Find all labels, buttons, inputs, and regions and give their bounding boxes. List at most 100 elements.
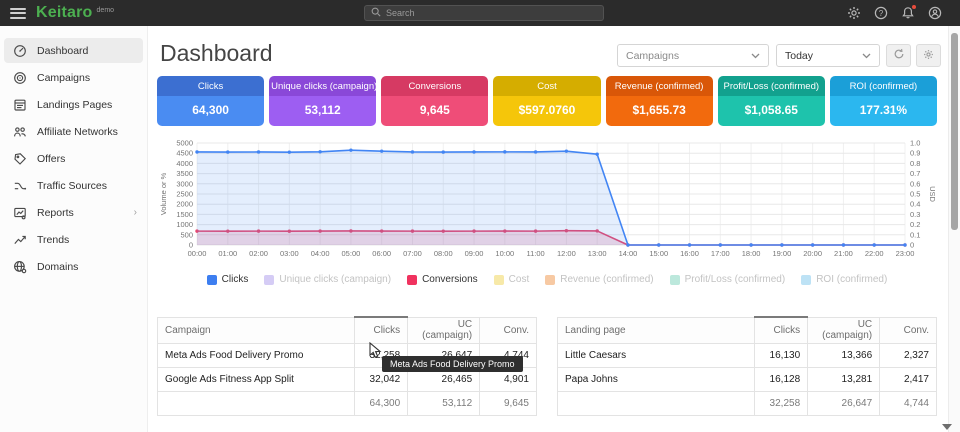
menu-toggle-icon[interactable]: [10, 8, 26, 19]
legend-item-revenue-confirmed[interactable]: Revenue (confirmed): [545, 274, 653, 285]
refresh-button[interactable]: [886, 44, 911, 67]
totals-cell: 4,744: [880, 391, 937, 415]
chevron-down-icon: [751, 50, 760, 62]
page-scrollbar[interactable]: [948, 26, 960, 432]
column-header-clicks[interactable]: Clicks: [755, 317, 808, 343]
svg-text:USD: USD: [928, 186, 937, 202]
totals-cell: 32,258: [755, 391, 808, 415]
sidebar-item-label: Traffic Sources: [37, 180, 107, 192]
svg-text:15:00: 15:00: [649, 249, 668, 258]
sidebar-item-trends[interactable]: Trends: [0, 226, 147, 253]
sidebar-item-label: Landings Pages: [37, 99, 112, 111]
campaigns-filter-value: Campaigns: [626, 50, 679, 62]
scroll-down-arrow-icon[interactable]: [942, 424, 952, 430]
chart-legend: Clicks Unique clicks (campaign) Conversion…: [157, 274, 937, 285]
chevron-right-icon: ›: [134, 207, 137, 218]
global-search[interactable]: [364, 5, 604, 21]
legend-swatch: [494, 275, 504, 285]
legend-swatch: [545, 275, 555, 285]
settings-icon[interactable]: [847, 6, 861, 20]
legend-item-conversions[interactable]: Conversions: [407, 274, 478, 285]
svg-text:19:00: 19:00: [772, 249, 791, 258]
svg-text:02:00: 02:00: [249, 249, 268, 258]
sidebar-item-reports[interactable]: Reports ›: [0, 199, 147, 226]
svg-text:11:00: 11:00: [526, 249, 544, 258]
column-header-conv[interactable]: Conv.: [480, 317, 537, 343]
legend-item-unique-clicks-campaign[interactable]: Unique clicks (campaign): [264, 274, 391, 285]
column-header-conv[interactable]: Conv.: [880, 317, 937, 343]
landing-page-row[interactable]: Papa Johns16,12813,2812,417: [558, 367, 937, 391]
table-cell: 16,128: [755, 367, 808, 391]
svg-text:3500: 3500: [176, 169, 193, 178]
notifications-bell-icon[interactable]: [901, 6, 915, 20]
legend-item-profit-loss-confirmed[interactable]: Profit/Loss (confirmed): [670, 274, 786, 285]
column-header-campaign[interactable]: Campaign: [158, 317, 355, 343]
svg-text:12:00: 12:00: [557, 249, 576, 258]
help-icon[interactable]: ?: [874, 6, 888, 20]
svg-text:23:00: 23:00: [896, 249, 915, 258]
sidebar-item-campaigns[interactable]: Campaigns: [0, 64, 147, 91]
svg-text:07:00: 07:00: [403, 249, 422, 258]
traffic-chart: 0500100015002000250030003500400045005000…: [157, 134, 937, 266]
legend-swatch: [801, 275, 811, 285]
stat-card-label: Unique clicks (campaign): [269, 76, 376, 96]
svg-text:4500: 4500: [176, 149, 193, 158]
table-cell: Meta Ads Food Delivery Promo: [158, 343, 355, 367]
sidebar-item-label: Campaigns: [37, 72, 90, 84]
column-header-clicks[interactable]: Clicks: [355, 317, 408, 343]
table-cell: 13,281: [808, 367, 880, 391]
legend-label: Cost: [509, 274, 530, 285]
row-tooltip: Meta Ads Food Delivery Promo: [382, 356, 523, 372]
svg-text:21:00: 21:00: [834, 249, 853, 258]
date-range-select[interactable]: Today: [776, 44, 880, 67]
sidebar-item-landings-pages[interactable]: Landings Pages: [0, 91, 147, 118]
landing-pages-table: Landing pageClicksUC (campaign)Conv.Litt…: [557, 316, 937, 416]
sidebar-item-dashboard[interactable]: Dashboard: [0, 37, 147, 64]
svg-text:0.6: 0.6: [910, 179, 920, 188]
stat-card-value: 9,645: [381, 96, 488, 126]
sidebar-item-traffic-sources[interactable]: Traffic Sources: [0, 172, 147, 199]
sidebar-item-affiliate-networks[interactable]: Affiliate Networks: [0, 118, 147, 145]
legend-label: Conversions: [422, 274, 478, 285]
stat-card-label: ROI (confirmed): [830, 76, 937, 96]
date-range-value: Today: [785, 50, 813, 62]
table-cell: 16,130: [755, 343, 808, 367]
top-bar: Keitaro demo ?: [0, 0, 960, 26]
svg-text:0.5: 0.5: [910, 190, 920, 199]
legend-item-clicks[interactable]: Clicks: [207, 274, 249, 285]
scrollbar-thumb[interactable]: [951, 33, 958, 230]
svg-text:00:00: 00:00: [188, 249, 207, 258]
account-icon[interactable]: [928, 6, 942, 20]
svg-text:14:00: 14:00: [619, 249, 638, 258]
stat-card-roi-confirmed: ROI (confirmed)177.31%: [830, 76, 937, 126]
sidebar-item-domains[interactable]: Domains: [0, 253, 147, 280]
report-icon: [12, 205, 27, 220]
dashboard-settings-button[interactable]: [916, 44, 941, 67]
table-cell: 13,366: [808, 343, 880, 367]
table-cell: 2,417: [880, 367, 937, 391]
svg-text:06:00: 06:00: [372, 249, 391, 258]
landing-page-row[interactable]: Little Caesars16,13013,3662,327: [558, 343, 937, 367]
legend-label: Profit/Loss (confirmed): [685, 274, 786, 285]
legend-swatch: [407, 275, 417, 285]
totals-row: 64,30053,1129,645: [158, 391, 537, 415]
campaigns-filter-select[interactable]: Campaigns: [617, 44, 769, 67]
svg-text:0.2: 0.2: [910, 220, 920, 229]
column-header-landing-page[interactable]: Landing page: [558, 317, 755, 343]
svg-text:2000: 2000: [176, 200, 193, 209]
stat-card-label: Revenue (confirmed): [606, 76, 713, 96]
column-header-uc-campaign[interactable]: UC (campaign): [408, 317, 480, 343]
legend-swatch: [207, 275, 217, 285]
search-input[interactable]: [386, 8, 586, 18]
globe-icon: [12, 259, 27, 274]
legend-label: ROI (confirmed): [816, 274, 887, 285]
sidebar-item-offers[interactable]: Offers: [0, 145, 147, 172]
svg-text:0.4: 0.4: [910, 200, 920, 209]
stat-card-value: $597.0760: [493, 96, 600, 126]
sidebar-nav: Dashboard Campaigns Landings Pages Affiliat…: [0, 26, 148, 432]
legend-label: Revenue (confirmed): [560, 274, 653, 285]
sidebar-item-label: Reports: [37, 207, 74, 219]
legend-item-roi-confirmed[interactable]: ROI (confirmed): [801, 274, 887, 285]
column-header-uc-campaign[interactable]: UC (campaign): [808, 317, 880, 343]
legend-item-cost[interactable]: Cost: [494, 274, 530, 285]
